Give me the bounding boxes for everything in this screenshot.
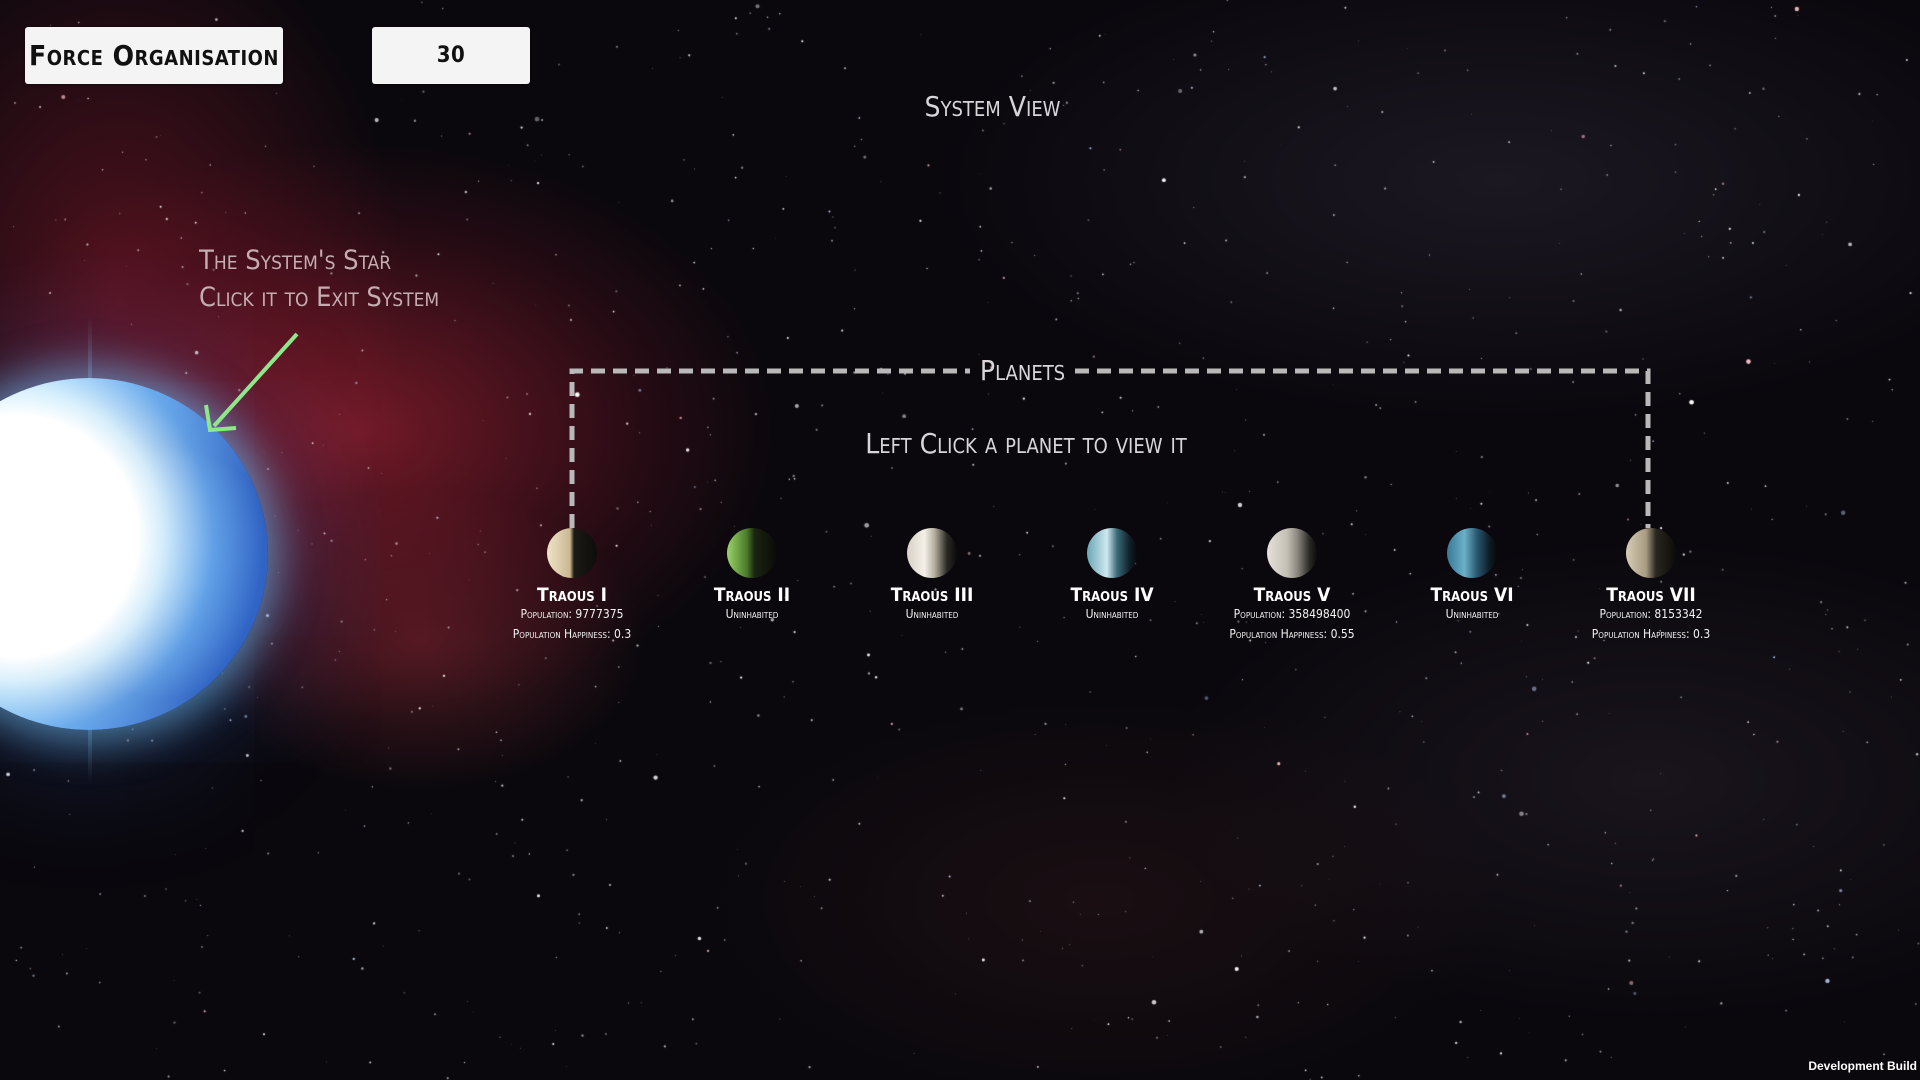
development-build-label: Development Build xyxy=(1808,1059,1917,1073)
page-title: System View xyxy=(924,90,1061,123)
planet-traous-v[interactable] xyxy=(1267,528,1317,578)
planet-traous-vi[interactable] xyxy=(1447,528,1497,578)
planets-hint: Left Click a planet to view it xyxy=(865,427,1187,460)
planet-name: Traous VII xyxy=(1606,584,1696,606)
star-hint-title: The System's Star xyxy=(199,245,392,276)
star-hint-instruction: Click it to Exit System xyxy=(199,282,440,313)
planet-happiness: Population Happiness: 0.55 xyxy=(1229,627,1355,641)
planet-traous-iii[interactable] xyxy=(907,528,957,578)
planet-population: Population: 8153342 xyxy=(1599,607,1703,621)
planet-traous-ii[interactable] xyxy=(727,528,777,578)
count-display: 30 xyxy=(372,27,530,84)
planet-traous-vii[interactable] xyxy=(1626,528,1676,578)
planet-happiness: Population Happiness: 0.3 xyxy=(512,627,632,641)
planet-traous-i[interactable] xyxy=(547,528,597,578)
planet-traous-iv[interactable] xyxy=(1087,528,1137,578)
force-organisation-button[interactable]: Force Organisation xyxy=(25,27,283,84)
planet-happiness: Population Happiness: 0.3 xyxy=(1591,627,1711,641)
system-view-scene: Force Organisation 30 System View The Sy… xyxy=(0,0,1920,1080)
planets-section-label: Planets xyxy=(979,354,1066,387)
